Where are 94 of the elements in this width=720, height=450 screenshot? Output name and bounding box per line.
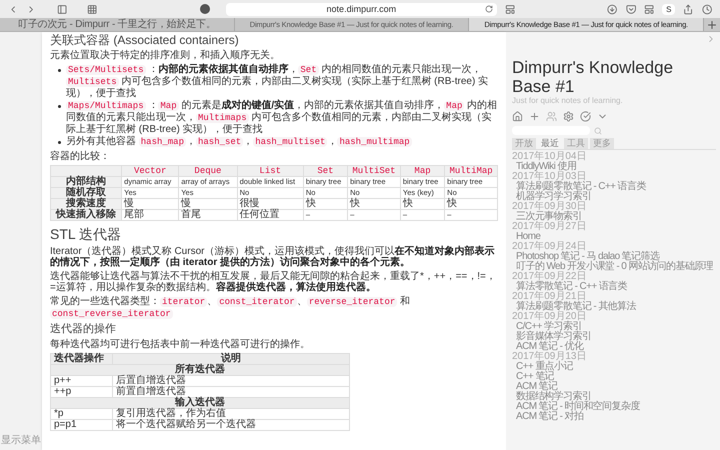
subsection-heading: 迭代器的操作 bbox=[50, 323, 117, 336]
table-cell: 尾部 bbox=[122, 210, 179, 220]
table-cell: p++ bbox=[50, 376, 112, 386]
tabs-icon[interactable] bbox=[644, 4, 654, 14]
date-label: 2017年10月04日 bbox=[512, 152, 588, 162]
download-icon[interactable] bbox=[607, 4, 618, 14]
new-tab-icon[interactable] bbox=[706, 18, 718, 30]
date-label: 2017年09月13日 bbox=[512, 352, 588, 362]
date-label: 2017年09月20日 bbox=[512, 312, 588, 322]
show-menu-link[interactable]: 显示菜单 bbox=[1, 435, 42, 447]
table-cell: 快 bbox=[303, 198, 348, 210]
section-heading: 关联式容器 (Associated containers) bbox=[50, 33, 240, 47]
site-subtitle: Just for quick notes of learning. bbox=[512, 96, 624, 106]
row-header: 内部结构 bbox=[50, 176, 122, 188]
extension-icon[interactable] bbox=[200, 4, 210, 14]
extension-button[interactable]: S bbox=[662, 4, 676, 14]
paragraph: 常见的一些迭代器类型： iterator 、 const_iterator 、 reverse_iterator 和 const_reverse_iterator bbox=[50, 296, 412, 320]
paragraph: 容器的比较： bbox=[50, 151, 111, 162]
column-header: Set bbox=[303, 166, 348, 176]
date-label: 2017年09月24日 bbox=[512, 242, 587, 252]
paragraph: 每种迭代器均可进行包括表中前一种迭代器可进行的操作。 bbox=[50, 339, 311, 350]
bullet-text: 另外有其他容器 hash_map ， hash_set ， hash_multiset ， hash_multimap bbox=[66, 136, 412, 148]
column-header: Map bbox=[400, 166, 445, 176]
note-link[interactable]: ACM 笔记 - 时间和空间复杂度 bbox=[512, 402, 716, 412]
bullet-icon bbox=[58, 69, 61, 72]
note-link[interactable]: C++ 重点小记 bbox=[512, 362, 716, 372]
share-icon[interactable] bbox=[683, 4, 694, 14]
date-label: 2017年10月03日 bbox=[512, 172, 586, 182]
grid-icon[interactable] bbox=[86, 4, 98, 14]
table-cell: 快 bbox=[400, 198, 445, 210]
table-cell: 将一个迭代器赋给另一个迭代器 bbox=[112, 420, 350, 430]
note-link[interactable]: C/C++ 学习索引 bbox=[512, 322, 716, 332]
note-link[interactable]: 算法刷题零散笔记 - 其他算法 bbox=[512, 302, 716, 312]
row-header: 搜索速度 bbox=[50, 198, 122, 210]
note-link[interactable]: 影音媒体学习索引 bbox=[512, 332, 716, 342]
note-link[interactable]: C++ 笔记 bbox=[512, 372, 716, 382]
browser-tab[interactable]: 叮子の次元 - Dimpurr - 千里之行，始於足下。 bbox=[0, 18, 235, 31]
column-header: List bbox=[237, 166, 304, 176]
note-link[interactable]: 算法零散笔记 - C++ 语言类 bbox=[512, 282, 716, 292]
note-link[interactable]: ACM 笔记 bbox=[512, 382, 716, 392]
settings-icon[interactable] bbox=[563, 111, 574, 122]
group-header: 所有迭代器 bbox=[50, 364, 350, 376]
paragraph: 迭代器能够让迭代器与算法不干扰的相互发展，最后又能无间隙的粘合起来，重载了*，++，==，!=，=运算符，用以操作复杂的数据结构。容器提供迭代器，算法使用迭代器。 bbox=[50, 271, 497, 293]
sidebar-tab[interactable]: 工具 bbox=[564, 138, 588, 149]
table-cell bbox=[50, 166, 122, 176]
table-cell: 首尾 bbox=[178, 210, 238, 220]
table-cell: *p bbox=[50, 408, 112, 420]
note-link[interactable]: Photoshop 笔记 - 马 dalao 笔记筛选 bbox=[512, 252, 716, 262]
check-circle-icon[interactable] bbox=[580, 111, 591, 122]
note-link[interactable]: 三次元事物索引 bbox=[512, 212, 716, 222]
table-cell: 慢 bbox=[122, 198, 179, 210]
section-title: STL 迭代器 bbox=[50, 226, 122, 243]
note-link[interactable]: 机器学习学习索引 bbox=[512, 192, 716, 202]
note-link[interactable]: ACM 笔记 - 对拍 bbox=[512, 412, 716, 422]
sidebar-icon[interactable] bbox=[56, 4, 67, 14]
column-header: MultiSet bbox=[348, 166, 400, 176]
bullet-text: Maps/Multimaps ： Map 的元素是成对的键值/实值，内部的元素依据其值自动排序， Map 内的相同数值的元素只能出现一次， Multimaps 内可包含多个数值相同的元素，内部由二叉树实现（实际上基于红黑树 (RB-tree) 实现），便于查找 bbox=[66, 100, 498, 135]
row-header: 快速插入移除 bbox=[50, 210, 122, 220]
date-label: 2017年09月22日 bbox=[512, 272, 588, 282]
date-label: 2017年09月21日 bbox=[512, 292, 586, 302]
note-link[interactable]: 数据结构学习索引 bbox=[512, 392, 716, 402]
sidebar-tab[interactable]: 开放 bbox=[512, 138, 536, 149]
table-cell: 快 bbox=[444, 198, 498, 210]
history-icon[interactable] bbox=[702, 4, 712, 14]
table-cell: 快 bbox=[348, 198, 400, 210]
column-header: Deque bbox=[178, 166, 238, 176]
table-cell: 复引用迭代器，作为右值 bbox=[112, 408, 350, 420]
table-cell: 任何位置 bbox=[237, 210, 304, 220]
home-icon[interactable] bbox=[512, 111, 523, 122]
date-label: 2017年09月27日 bbox=[512, 222, 588, 232]
note-link[interactable]: ACM 笔记 - 优化 bbox=[512, 342, 716, 352]
column-header: MultiMap bbox=[444, 166, 498, 176]
row-header: 随机存取 bbox=[50, 188, 122, 198]
address-field[interactable]: note.dimpurr.com bbox=[226, 2, 498, 16]
reload-icon[interactable] bbox=[485, 5, 494, 13]
site-title: Dimpurr's Knowledge Base #1 bbox=[512, 58, 674, 96]
bullet-icon bbox=[58, 141, 61, 144]
note-link[interactable]: TiddlyWiki 使用 bbox=[512, 162, 716, 172]
bullet-icon bbox=[58, 105, 61, 108]
column-header: Vector bbox=[122, 166, 179, 176]
table-cell: p=p1 bbox=[50, 420, 112, 430]
plus-icon[interactable] bbox=[529, 111, 540, 122]
bullet-text: Sets/Multisets ：内部的元素依据其值自动排序， Set 内的相同数值的元素只能出现一次， Multisets 内可包含多个数值相同的元素，内部由二叉树实现（实际上基于红黑树 (RB-tree) 实现），便于查找 bbox=[66, 64, 490, 99]
paragraph: 元素位置取决于特定的排序准则，和插入顺序无关。 bbox=[50, 50, 281, 61]
note-link[interactable]: 叮子的 Web 开发小课堂 - 0 网站访问的基础原理 bbox=[512, 262, 716, 272]
table-cell: 后置自增迭代器 bbox=[112, 376, 350, 386]
note-link[interactable]: 算法刷题零散笔记 - C++ 语言类 bbox=[512, 182, 716, 192]
table-cell: 慢 bbox=[178, 198, 238, 210]
note-link[interactable]: Home bbox=[512, 232, 716, 242]
table-cell: 很慢 bbox=[237, 198, 304, 210]
date-label: 2017年09月30日 bbox=[512, 202, 588, 212]
paragraph: Iterator（迭代器）模式又称 Cursor（游标）模式，运用该模式，使得我们可以在不知道对象内部表示的情况下，按照一定顺序（由 iterator 提供的方法）访问聚合对象中的各个元素。 bbox=[50, 246, 496, 268]
group-header: 输入迭代器 bbox=[50, 398, 350, 408]
sidebar-tab[interactable]: 更多 bbox=[590, 138, 614, 149]
